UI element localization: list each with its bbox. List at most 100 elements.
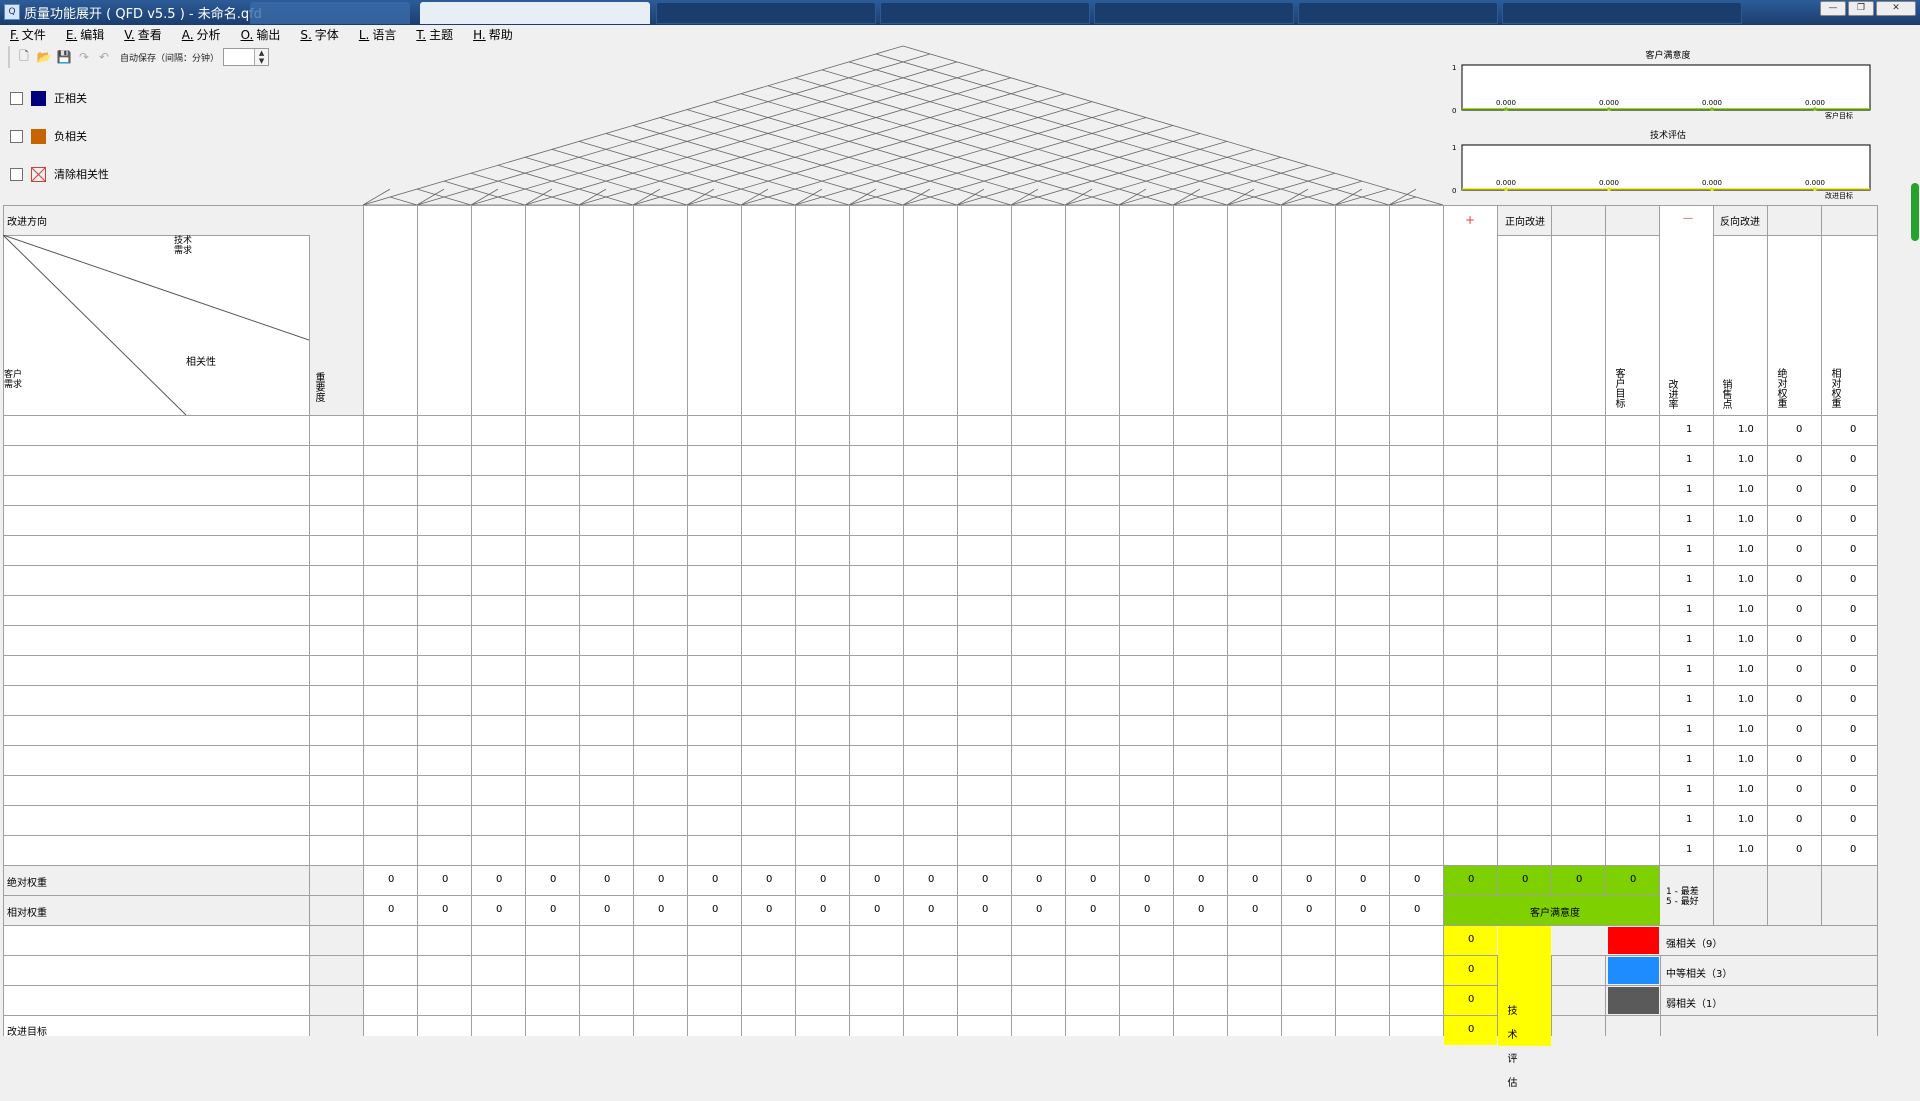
row-value: 0 [1850, 814, 1857, 825]
grid-line [1659, 205, 1660, 925]
chart-ymax: 1 [1452, 144, 1456, 152]
row-value: 1.0 [1738, 484, 1754, 495]
right-header-2: 销售点 [1720, 379, 1731, 409]
importance-area[interactable] [309, 415, 363, 865]
grid-line [3, 205, 1877, 206]
grid-line [1877, 925, 1878, 1036]
row-value: 0 [1850, 454, 1857, 465]
abs-weight-value: 0 [442, 874, 449, 885]
row-value: 0 [1850, 694, 1857, 705]
rel-weight-value: 0 [1036, 904, 1043, 915]
abs-weight-value: 0 [928, 874, 935, 885]
strong-swatch[interactable] [1608, 927, 1659, 954]
grid-line [1713, 205, 1714, 925]
row-value: 0 [1850, 844, 1857, 855]
customer-req-area[interactable] [3, 415, 309, 865]
rel-weight-value: 0 [712, 904, 719, 915]
right-area-2[interactable] [1660, 235, 1877, 865]
abs-weight-value: 0 [874, 874, 881, 885]
roof-line [416, 53, 931, 206]
chart-point [1710, 187, 1714, 191]
grid-line [363, 205, 364, 1036]
grid-line [3, 955, 1877, 956]
chart-point [1504, 187, 1508, 191]
medium-swatch[interactable] [1608, 957, 1659, 984]
row-value: 1 [1686, 454, 1693, 465]
row-value: 0 [1796, 754, 1803, 765]
rel-weight-value: 0 [928, 904, 935, 915]
tech-req-label: 技术 需求 [174, 236, 193, 256]
row-value: 1.0 [1738, 604, 1754, 615]
row-value: 0 [1850, 724, 1857, 735]
roof-line [956, 133, 1201, 206]
satisfaction-score: 0 [1630, 874, 1637, 885]
row-value: 1.0 [1738, 754, 1754, 765]
roof-line [1118, 188, 1147, 206]
row-value: 1.0 [1738, 724, 1754, 735]
grid-line [1389, 205, 1390, 1036]
grid-line [1551, 955, 1552, 1036]
row-value: 0 [1796, 424, 1803, 435]
abs-weight-value: 0 [1360, 874, 1367, 885]
grid-line [3, 805, 1877, 806]
roof-line [848, 117, 1147, 206]
chart-point-label: 0.000 [1599, 99, 1619, 107]
row-value: 1.0 [1738, 634, 1754, 645]
rel-weight-value: 0 [658, 904, 665, 915]
row-value: 1 [1686, 724, 1693, 735]
row-value: 0 [1796, 694, 1803, 705]
grid-line [1281, 205, 1282, 1036]
weak-swatch[interactable] [1608, 987, 1659, 1014]
cust-req-label: 客户 需求 [4, 370, 23, 390]
grid-line [1173, 205, 1174, 1036]
chart-point [1813, 107, 1817, 111]
chart-point-label: 0.000 [1599, 179, 1619, 187]
chart-point [1607, 187, 1611, 191]
row-value: 1 [1686, 424, 1693, 435]
chart-ymin: 0 [1452, 187, 1456, 195]
row-value: 0 [1796, 634, 1803, 645]
vertical-scrollbar[interactable] [1912, 30, 1920, 1036]
row-value: 1 [1686, 694, 1693, 705]
roof-line [632, 188, 661, 206]
row-value: 1 [1686, 784, 1693, 795]
bottom-left-area[interactable] [3, 925, 309, 1036]
grid-line [1011, 205, 1012, 1036]
grid-line [1551, 205, 1552, 925]
grid-line [1877, 205, 1878, 925]
grid-line [1119, 205, 1120, 1036]
scrollbar-thumb[interactable] [1911, 183, 1919, 241]
abs-weight-value: 0 [766, 874, 773, 885]
chart-point-label: 0.000 [1702, 99, 1722, 107]
row-value: 1.0 [1738, 694, 1754, 705]
roof-line [632, 85, 1039, 206]
chart-point [1504, 107, 1508, 111]
plus-sign: + [1465, 213, 1476, 227]
correlation-label: 相关性 [186, 357, 216, 368]
grid-line [3, 715, 1877, 716]
grid-line [1335, 205, 1336, 1036]
medium-relation-label: 中等相关（3） [1666, 969, 1733, 980]
row-value: 1 [1686, 574, 1693, 585]
row-value: 0 [1796, 844, 1803, 855]
rel-weight-value: 0 [1414, 904, 1421, 915]
rel-weight-value: 0 [1360, 904, 1367, 915]
tech-score: 0 [1468, 994, 1475, 1005]
abs-weight-value: 0 [1036, 874, 1043, 885]
positive-improve-label: 正向改进 [1505, 217, 1545, 228]
rel-weight-value: 0 [1252, 904, 1259, 915]
rel-weight-value: 0 [442, 904, 449, 915]
roof-line [767, 85, 1174, 206]
grid-line [3, 415, 1877, 416]
chart-point-label: 0.000 [1496, 179, 1516, 187]
roof-line [1172, 188, 1201, 206]
row-value: 1 [1686, 754, 1693, 765]
row-value: 0 [1850, 634, 1857, 645]
roof-line [686, 188, 715, 206]
grid-line [1227, 205, 1228, 1036]
row-value: 0 [1796, 454, 1803, 465]
roof-line [1064, 148, 1255, 206]
grid-line [957, 205, 958, 1036]
roof-line [740, 188, 769, 206]
row-value: 1.0 [1738, 664, 1754, 675]
